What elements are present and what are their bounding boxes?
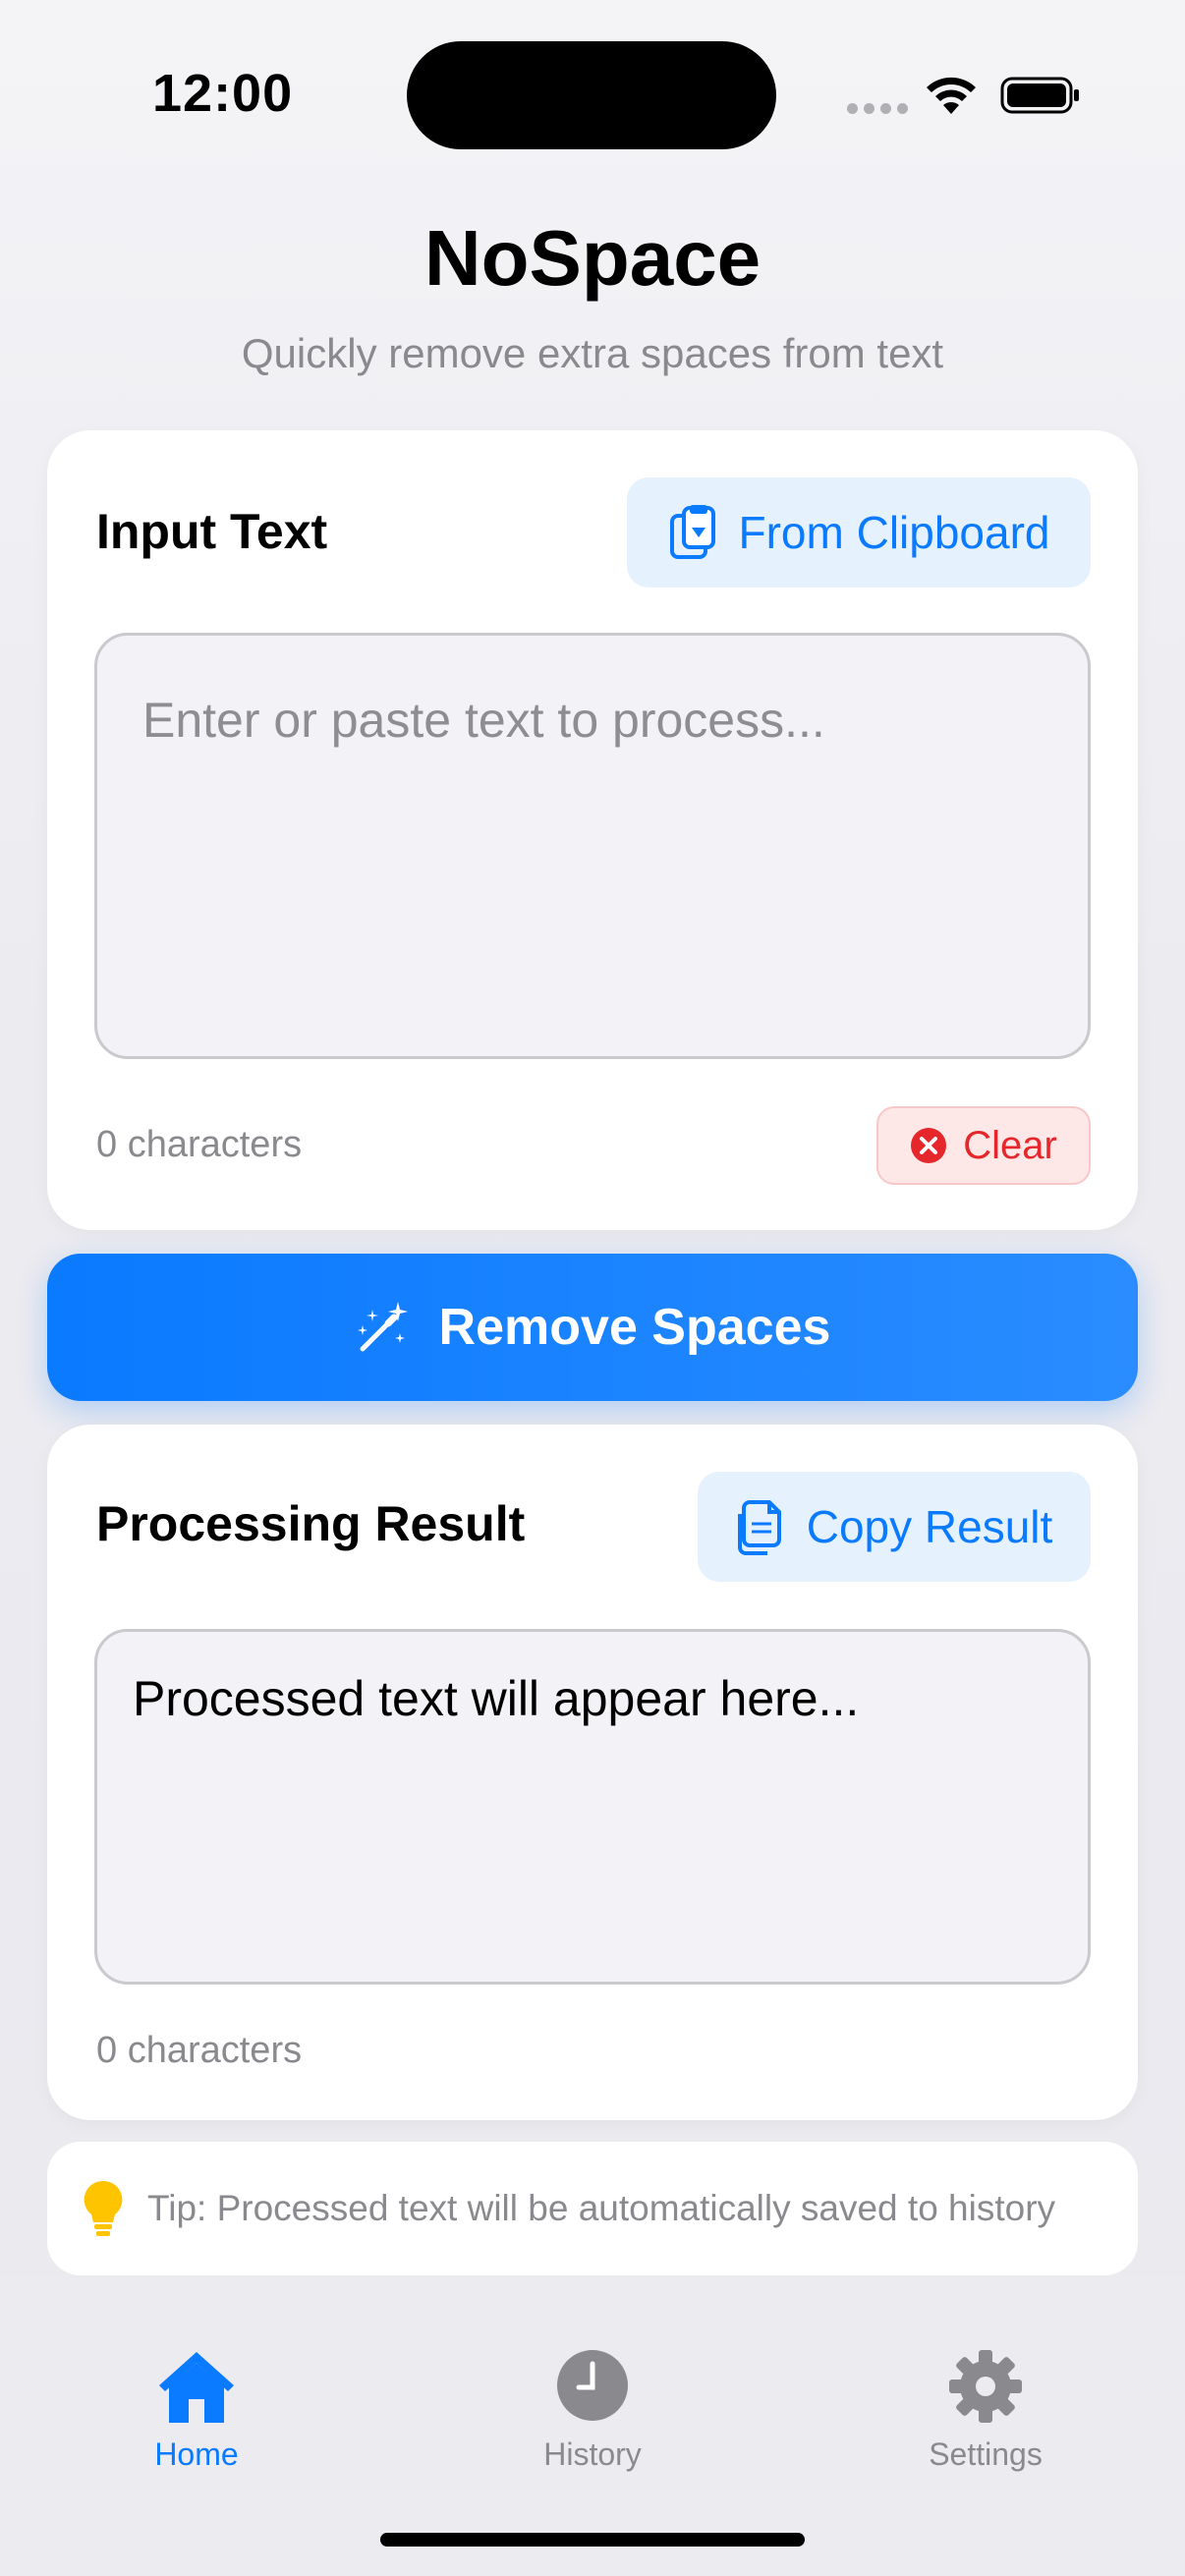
magic-wand-icon <box>357 1302 408 1352</box>
tab-home[interactable]: Home <box>79 2348 314 2473</box>
battery-icon <box>1000 77 1079 114</box>
clear-button[interactable]: Clear <box>876 1106 1091 1185</box>
result-card: Processing Result Copy Result Processed … <box>47 1425 1138 2120</box>
dynamic-island <box>407 41 776 149</box>
input-char-count: 0 characters <box>96 1124 303 1165</box>
result-char-count: 0 characters <box>96 2030 303 2071</box>
tip-text: Tip: Processed text will be automaticall… <box>147 2188 1056 2228</box>
copy-result-button[interactable]: Copy Result <box>698 1472 1091 1582</box>
input-text-area[interactable]: Enter or paste text to process... <box>94 633 1091 1059</box>
remove-spaces-button[interactable]: Remove Spaces <box>47 1254 1138 1401</box>
tab-settings-label: Settings <box>929 2436 1043 2472</box>
gear-icon <box>949 2350 1022 2423</box>
from-clipboard-button[interactable]: From Clipboard <box>627 477 1091 588</box>
app-subtitle: Quickly remove extra spaces from text <box>241 330 944 376</box>
tab-home-label: Home <box>154 2436 239 2472</box>
input-card: Input Text From Clipboard Enter or paste… <box>47 430 1138 1230</box>
clear-label: Clear <box>963 1123 1057 1167</box>
cellular-signal-icon <box>847 103 908 114</box>
copy-result-label: Copy Result <box>806 1501 1053 1552</box>
tab-history-label: History <box>543 2436 642 2472</box>
status-time: 12:00 <box>152 64 294 123</box>
result-text-area: Processed text will appear here... <box>94 1629 1091 1985</box>
clear-x-icon <box>911 1128 947 1163</box>
house-icon <box>159 2352 234 2423</box>
app-title: NoSpace <box>423 214 762 302</box>
copy-icon <box>737 1500 781 1555</box>
remove-spaces-label: Remove Spaces <box>438 1299 831 1356</box>
status-bar: 12:00 <box>0 0 1185 187</box>
tab-settings[interactable]: Settings <box>868 2348 1103 2473</box>
input-text-label: Input Text <box>96 504 328 559</box>
wifi-icon <box>927 77 976 114</box>
clock-icon <box>557 2350 628 2421</box>
from-clipboard-label: From Clipboard <box>738 507 1050 558</box>
lightbulb-icon <box>84 2180 123 2236</box>
home-indicator[interactable] <box>380 2533 805 2547</box>
processing-result-label: Processing Result <box>96 1496 526 1551</box>
clipboard-icon <box>669 505 715 559</box>
tip-banner: Tip: Processed text will be automaticall… <box>47 2142 1138 2275</box>
tab-bar: Home History Settings <box>0 2277 1185 2576</box>
tab-history[interactable]: History <box>475 2348 710 2473</box>
